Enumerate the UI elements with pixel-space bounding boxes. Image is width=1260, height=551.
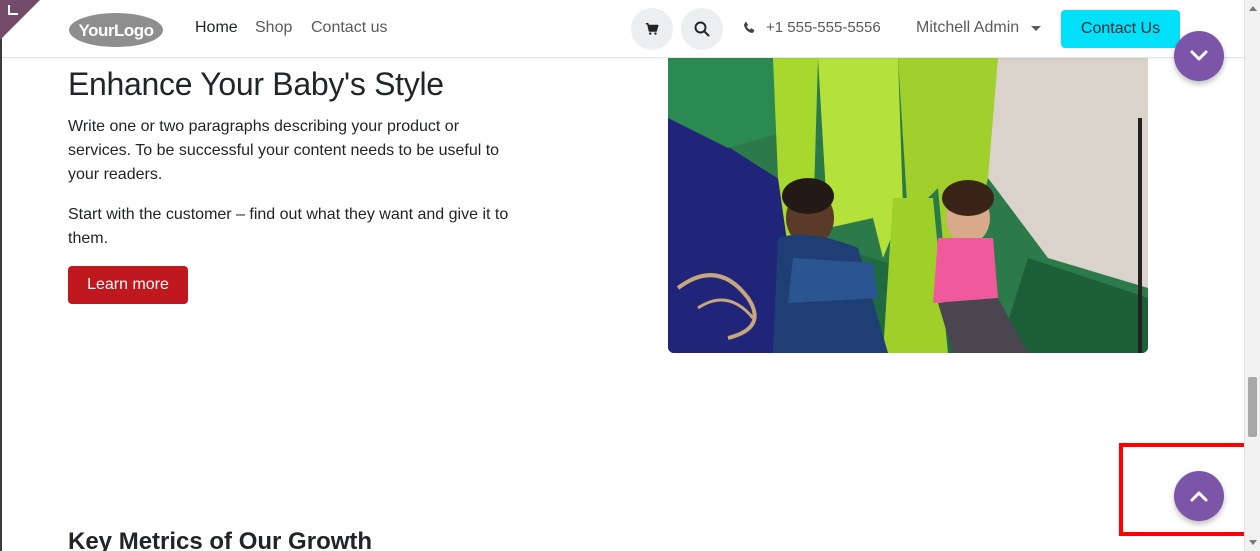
search-icon xyxy=(694,21,710,37)
search-button[interactable] xyxy=(681,8,723,50)
scroll-down-button[interactable] xyxy=(1174,31,1224,81)
scroll-thumb[interactable] xyxy=(1248,377,1257,437)
phone-number[interactable]: +1 555-555-5556 xyxy=(742,19,881,36)
key-metrics-title: Key Metrics of Our Growth xyxy=(68,528,373,551)
phone-icon xyxy=(743,21,755,33)
corner-icon xyxy=(8,5,18,15)
nav-home[interactable]: Home xyxy=(195,19,238,37)
hero-title: Enhance Your Baby's Style xyxy=(68,66,444,102)
page-scrollbar[interactable] xyxy=(1244,0,1260,551)
window-border xyxy=(0,0,2,551)
nav-shop[interactable]: Shop xyxy=(255,19,292,37)
contact-us-button[interactable]: Contact Us xyxy=(1061,10,1180,48)
svg-text:YourLogo: YourLogo xyxy=(79,21,154,40)
dropdown-caret-icon xyxy=(1031,25,1042,31)
cart-button[interactable] xyxy=(631,8,673,50)
site-header: YourLogo Home Shop Contact us +1 555-555… xyxy=(2,0,1244,58)
chevron-down-icon xyxy=(1190,50,1208,61)
hero-image xyxy=(668,58,1148,353)
phone-label: +1 555-555-5556 xyxy=(766,19,881,36)
hero-paragraph-1: Write one or two paragraphs describing y… xyxy=(68,118,500,183)
scroll-down-arrow-icon[interactable] xyxy=(1249,540,1257,545)
cart-icon xyxy=(645,22,659,35)
nav-contact-us[interactable]: Contact us xyxy=(311,19,387,37)
highlight-box xyxy=(1119,443,1248,536)
site-logo[interactable]: YourLogo xyxy=(68,11,164,49)
edit-mode-corner[interactable] xyxy=(0,0,40,40)
hero-paragraph-2: Start with the customer – find out what … xyxy=(68,206,509,247)
user-name: Mitchell Admin xyxy=(916,19,1020,36)
user-menu[interactable]: Mitchell Admin xyxy=(916,19,1042,37)
scroll-up-arrow-icon[interactable] xyxy=(1249,6,1257,11)
learn-more-button[interactable]: Learn more xyxy=(68,266,188,304)
